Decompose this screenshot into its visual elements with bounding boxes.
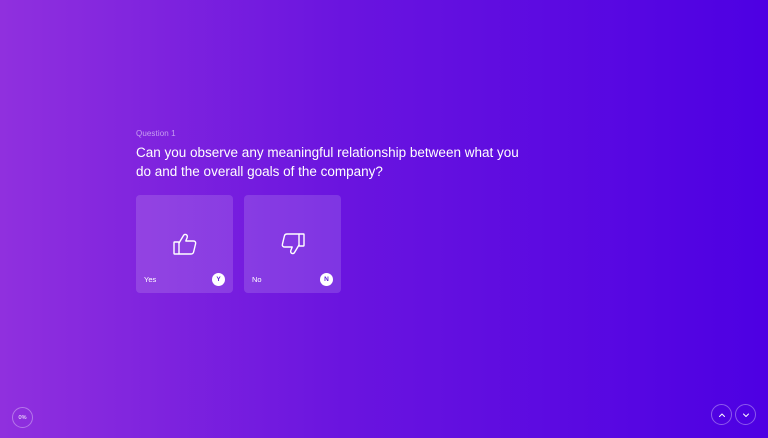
next-question-button[interactable] xyxy=(735,404,756,425)
progress-indicator: 0% xyxy=(12,407,33,428)
chevron-down-icon xyxy=(742,413,749,417)
answer-options: Yes Y No N xyxy=(136,195,341,293)
thumbs-down-icon xyxy=(281,233,305,255)
question-block: Question 1 Can you observe any meaningfu… xyxy=(136,129,536,181)
question-text: Can you observe any meaningful relations… xyxy=(136,145,519,179)
option-no-button[interactable]: No N xyxy=(244,195,341,293)
question-number: Question 1 xyxy=(136,129,176,138)
navigation-buttons xyxy=(711,404,756,425)
previous-question-button[interactable] xyxy=(711,404,732,425)
chevron-up-icon xyxy=(718,413,725,417)
option-no-label: No xyxy=(252,275,262,284)
option-no-key: N xyxy=(320,273,333,286)
thumbs-up-icon xyxy=(172,233,196,255)
option-yes-label: Yes xyxy=(144,275,157,284)
option-yes-key: Y xyxy=(212,273,225,286)
option-yes-button[interactable]: Yes Y xyxy=(136,195,233,293)
